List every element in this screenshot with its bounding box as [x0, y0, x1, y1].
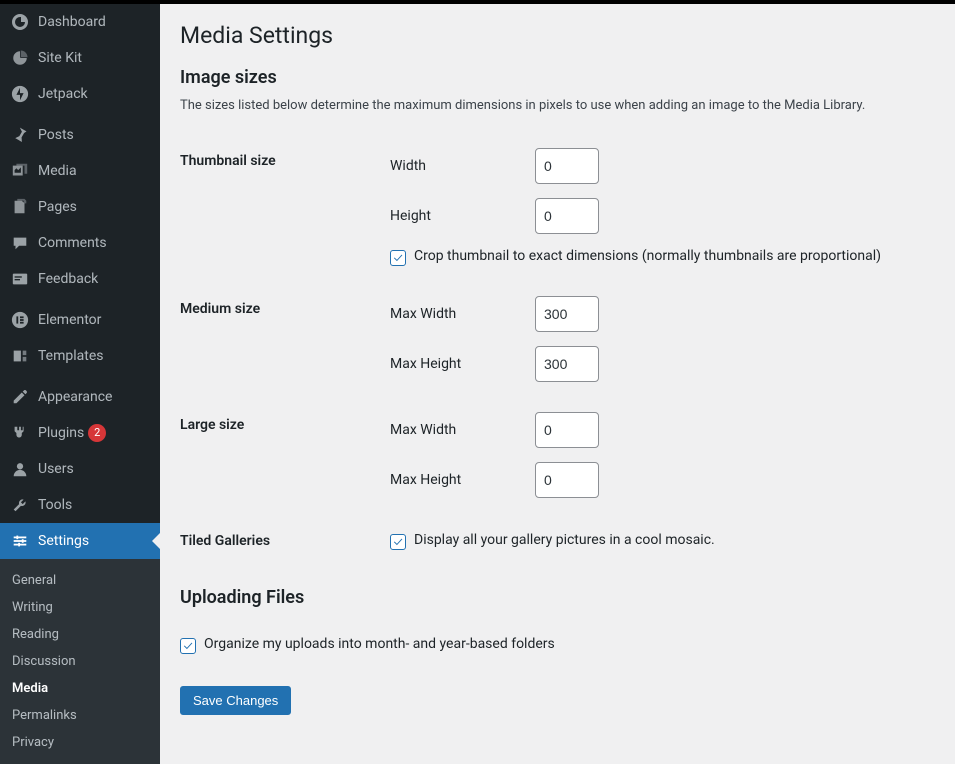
sidebar-label: Comments: [38, 234, 107, 252]
sidebar-item-plugins[interactable]: Plugins 2: [0, 415, 160, 451]
checkbox-icon: ✓: [390, 534, 406, 550]
sidebar-label: Elementor: [38, 311, 101, 329]
sidebar-item-posts[interactable]: Posts: [0, 117, 160, 153]
medium-heading: Medium size: [180, 281, 380, 397]
submenu-general[interactable]: General: [0, 567, 160, 594]
medium-width-input[interactable]: [535, 296, 599, 332]
save-changes-button[interactable]: Save Changes: [180, 686, 291, 715]
submenu-media[interactable]: Media: [0, 675, 160, 702]
sidebar-label: Jetpack: [38, 85, 88, 103]
organize-uploads-checkbox[interactable]: ✓ Organize my uploads into month- and ye…: [180, 636, 935, 654]
tiled-galleries-checkbox[interactable]: ✓ Display all your gallery pictures in a…: [390, 532, 925, 550]
tiled-galleries-label: Display all your gallery pictures in a c…: [414, 532, 715, 548]
submenu-discussion[interactable]: Discussion: [0, 648, 160, 675]
checkbox-icon: ✓: [390, 250, 406, 266]
sidebar-label: Feedback: [38, 270, 98, 288]
sidebar-label: Tools: [38, 496, 72, 514]
sidebar-item-dashboard[interactable]: Dashboard: [0, 4, 160, 40]
content-area: Media Settings Image sizes The sizes lis…: [160, 0, 955, 755]
feedback-icon: [10, 269, 30, 289]
appearance-icon: [10, 387, 30, 407]
sidebar-label: Pages: [38, 198, 77, 216]
sidebar-item-jetpack[interactable]: Jetpack: [0, 76, 160, 112]
large-heading: Large size: [180, 397, 380, 513]
sidebar-label: Media: [38, 162, 77, 180]
sidebar-item-comments[interactable]: Comments: [0, 225, 160, 261]
sidebar-item-settings[interactable]: Settings: [0, 523, 160, 559]
submenu-writing[interactable]: Writing: [0, 594, 160, 621]
thumbnail-heading: Thumbnail size: [180, 133, 380, 281]
large-height-label: Max Height: [390, 472, 535, 488]
section-image-sizes: Image sizes: [180, 67, 935, 88]
media-icon: [10, 161, 30, 181]
form-table: Thumbnail size Width Height ✓ Crop thumb…: [180, 133, 935, 569]
comments-icon: [10, 233, 30, 253]
submenu-label: Permalinks: [12, 708, 77, 723]
thumbnail-crop-label: Crop thumbnail to exact dimensions (norm…: [414, 248, 881, 264]
submenu-permalinks[interactable]: Permalinks: [0, 702, 160, 729]
tiled-heading: Tiled Galleries: [180, 513, 380, 569]
sidebar-label: Users: [38, 460, 74, 478]
thumbnail-height-label: Height: [390, 208, 535, 224]
submenu-label: Writing: [12, 600, 53, 615]
sidebar-label: Appearance: [38, 388, 112, 406]
sidebar-label: Site Kit: [38, 49, 82, 67]
medium-height-input[interactable]: [535, 346, 599, 382]
sidebar-item-pages[interactable]: Pages: [0, 189, 160, 225]
admin-bar: [0, 0, 955, 4]
settings-submenu: General Writing Reading Discussion Media…: [0, 559, 160, 764]
checkbox-icon: ✓: [180, 638, 196, 654]
thumbnail-width-label: Width: [390, 158, 535, 174]
tools-icon: [10, 495, 30, 515]
medium-height-label: Max Height: [390, 356, 535, 372]
large-width-label: Max Width: [390, 422, 535, 438]
sidebar-item-users[interactable]: Users: [0, 451, 160, 487]
sidebar-item-templates[interactable]: Templates: [0, 338, 160, 374]
sidebar-label: Dashboard: [38, 13, 106, 31]
organize-uploads-label: Organize my uploads into month- and year…: [204, 636, 555, 652]
sidebar-label: Plugins: [38, 424, 84, 442]
submenu-label: General: [12, 573, 56, 588]
sidebar-label: Settings: [38, 532, 89, 550]
jetpack-icon: [10, 84, 30, 104]
page-title: Media Settings: [180, 22, 935, 49]
sidebar-item-feedback[interactable]: Feedback: [0, 261, 160, 297]
pages-icon: [10, 197, 30, 217]
submenu-label: Discussion: [12, 654, 76, 669]
submenu-label: Privacy: [12, 735, 54, 750]
submenu-label: Reading: [12, 627, 59, 642]
users-icon: [10, 459, 30, 479]
thumbnail-height-input[interactable]: [535, 198, 599, 234]
submenu-privacy[interactable]: Privacy: [0, 729, 160, 756]
thumbnail-width-input[interactable]: [535, 148, 599, 184]
medium-width-label: Max Width: [390, 306, 535, 322]
large-height-input[interactable]: [535, 462, 599, 498]
sidebar-item-sitekit[interactable]: Site Kit: [0, 40, 160, 76]
thumbnail-crop-checkbox[interactable]: ✓ Crop thumbnail to exact dimensions (no…: [390, 248, 925, 266]
sidebar-label: Templates: [38, 347, 104, 365]
sidebar-item-tools[interactable]: Tools: [0, 487, 160, 523]
section-uploading-files: Uploading Files: [180, 587, 935, 608]
templates-icon: [10, 346, 30, 366]
image-sizes-description: The sizes listed below determine the max…: [180, 98, 935, 113]
plugins-icon: [10, 423, 30, 443]
submenu-label: Media: [12, 681, 48, 696]
settings-icon: [10, 531, 30, 551]
pin-icon: [10, 125, 30, 145]
submenu-reading[interactable]: Reading: [0, 621, 160, 648]
sidebar-label: Posts: [38, 126, 74, 144]
plugins-update-badge: 2: [88, 424, 106, 442]
sitekit-icon: [10, 48, 30, 68]
sidebar-item-elementor[interactable]: Elementor: [0, 302, 160, 338]
elementor-icon: [10, 310, 30, 330]
sidebar-item-media[interactable]: Media: [0, 153, 160, 189]
sidebar-item-appearance[interactable]: Appearance: [0, 379, 160, 415]
admin-sidebar: Dashboard Site Kit Jetpack Posts Media P…: [0, 0, 160, 755]
large-width-input[interactable]: [535, 412, 599, 448]
dashboard-icon: [10, 12, 30, 32]
